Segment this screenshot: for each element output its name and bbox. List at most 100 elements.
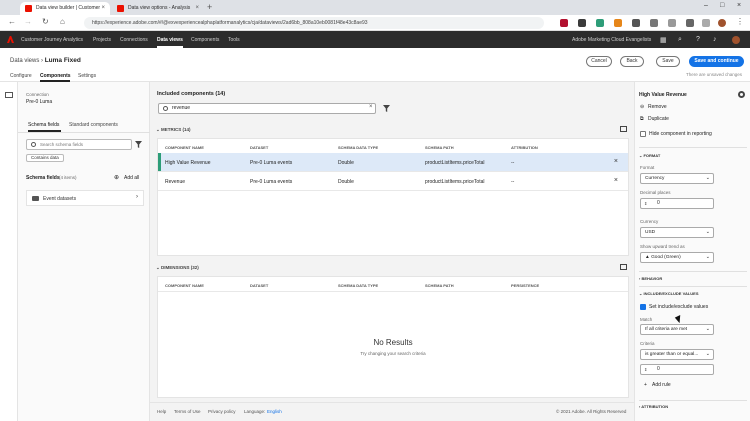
add-all-button[interactable]: Add all bbox=[124, 175, 139, 181]
extension-icon[interactable] bbox=[560, 19, 568, 27]
nav-connections[interactable]: Connections bbox=[120, 37, 148, 43]
components-search-input[interactable]: revenue bbox=[158, 103, 376, 114]
save-button[interactable]: Save bbox=[656, 56, 680, 67]
col-component-name[interactable]: COMPONENT NAME bbox=[165, 145, 204, 150]
table-row[interactable]: Revenue Pre-0 Luma events Double product… bbox=[158, 172, 628, 191]
panel-toggle-icon[interactable] bbox=[5, 92, 13, 98]
gear-icon[interactable] bbox=[738, 91, 745, 98]
col-attribution[interactable]: ATTRIBUTION bbox=[511, 145, 538, 150]
profile-avatar[interactable] bbox=[718, 19, 726, 27]
metrics-heading[interactable]: ⌄ METRICS (14) bbox=[156, 127, 191, 133]
maximize-icon[interactable]: □ bbox=[720, 2, 724, 9]
dimensions-heading[interactable]: ⌄ DIMENSIONS (32) bbox=[156, 265, 199, 271]
hide-component-checkbox[interactable] bbox=[640, 131, 646, 137]
stepper-arrows-icon[interactable]: ⇕ bbox=[644, 199, 647, 208]
extension-icon[interactable] bbox=[578, 19, 586, 27]
trend-select[interactable]: ▲ Good (Green) ⌄ bbox=[640, 252, 714, 263]
extension-icon[interactable] bbox=[686, 19, 694, 27]
criteria-select[interactable]: is greater than or equal... ⌄ bbox=[640, 349, 714, 360]
extension-icon[interactable] bbox=[614, 19, 622, 27]
currency-select[interactable]: USD ⌄ bbox=[640, 227, 714, 238]
col-schema-path[interactable]: SCHEMA PATH bbox=[425, 283, 454, 288]
clear-search-icon[interactable]: × bbox=[369, 104, 373, 110]
back-button[interactable]: Back bbox=[620, 56, 644, 67]
remove-row-icon[interactable]: × bbox=[614, 177, 618, 184]
add-icon[interactable]: ⊕ bbox=[114, 174, 119, 181]
more-menu-icon[interactable]: ⋮ bbox=[736, 17, 744, 26]
close-icon[interactable]: × bbox=[101, 2, 105, 15]
url-field[interactable]: https://experience.adobe.com/#/@exvexper… bbox=[84, 17, 544, 29]
col-schema-data-type[interactable]: SCHEMA DATA TYPE bbox=[338, 283, 378, 288]
tab-settings[interactable]: Settings bbox=[78, 73, 96, 79]
user-avatar[interactable] bbox=[732, 36, 740, 44]
add-rule-button[interactable]: Add rule bbox=[652, 382, 671, 388]
duplicate-icon[interactable]: ⧉ bbox=[640, 116, 644, 122]
help-icon[interactable]: ? bbox=[696, 36, 700, 43]
nav-components[interactable]: Components bbox=[191, 37, 219, 43]
filter-icon[interactable] bbox=[135, 141, 142, 148]
criteria-value-stepper[interactable]: ⇕ 0 bbox=[640, 364, 714, 375]
footer-language-link[interactable]: English bbox=[267, 409, 282, 414]
bell-icon[interactable]: ♪ bbox=[713, 36, 717, 43]
tab-standard-components[interactable]: Standard components bbox=[69, 122, 118, 128]
search-icon[interactable]: ⌕ bbox=[678, 36, 682, 44]
format-section-heading[interactable]: ⌄ FORMAT bbox=[639, 153, 660, 158]
filter-chip[interactable]: Contains data bbox=[26, 154, 64, 162]
decimal-places-stepper[interactable]: ⇕ 0 bbox=[640, 198, 714, 209]
adobe-logo-icon[interactable] bbox=[7, 36, 14, 43]
set-include-exclude-checkbox[interactable] bbox=[640, 304, 646, 310]
cancel-button[interactable]: Cancel bbox=[586, 56, 612, 67]
filter-icon[interactable] bbox=[383, 105, 390, 112]
extension-icon[interactable] bbox=[650, 19, 658, 27]
include-exclude-section-heading[interactable]: ⌄ INCLUDE/EXCLUDE VALUES bbox=[639, 291, 699, 296]
col-schema-data-type[interactable]: SCHEMA DATA TYPE bbox=[338, 145, 378, 150]
nav-projects[interactable]: Projects bbox=[93, 37, 111, 43]
apps-grid-icon[interactable]: ▦ bbox=[660, 36, 667, 44]
col-component-name[interactable]: COMPONENT NAME bbox=[165, 283, 204, 288]
remove-button[interactable]: Remove bbox=[648, 104, 667, 110]
save-and-continue-button[interactable]: Save and continue bbox=[689, 56, 744, 67]
footer-privacy-link[interactable]: Privacy policy bbox=[208, 409, 236, 414]
col-dataset[interactable]: DATASET bbox=[250, 283, 268, 288]
product-name[interactable]: Customer Journey Analytics bbox=[21, 37, 83, 43]
close-icon[interactable]: × bbox=[195, 2, 199, 15]
table-row[interactable]: High Value Revenue Pre-0 Luma events Dou… bbox=[158, 153, 628, 172]
browser-tab[interactable]: Data view options - Analysis × bbox=[112, 2, 204, 15]
format-select[interactable]: Currency ⌄ bbox=[640, 173, 714, 184]
add-icon[interactable]: + bbox=[644, 382, 647, 388]
col-dataset[interactable]: DATASET bbox=[250, 145, 268, 150]
new-tab-icon[interactable]: + bbox=[207, 2, 212, 12]
breadcrumb-data-views[interactable]: Data views bbox=[10, 58, 39, 64]
close-window-icon[interactable]: × bbox=[737, 2, 741, 9]
duplicate-button[interactable]: Duplicate bbox=[648, 116, 669, 122]
col-persistence[interactable]: PERSISTENCE bbox=[511, 283, 539, 288]
extension-icon[interactable] bbox=[632, 19, 640, 27]
attribution-section-heading[interactable]: › ATTRIBUTION bbox=[639, 404, 668, 409]
reload-icon[interactable]: ↻ bbox=[42, 17, 49, 26]
forward-arrow-icon[interactable]: → bbox=[24, 17, 32, 26]
home-icon[interactable]: ⌂ bbox=[60, 17, 65, 26]
extension-icon[interactable] bbox=[668, 19, 676, 27]
tab-components[interactable]: Components bbox=[40, 73, 71, 79]
browser-tab-active[interactable]: Data view builder | Customer × bbox=[20, 2, 110, 15]
extension-icon[interactable] bbox=[596, 19, 604, 27]
nav-data-views[interactable]: Data views bbox=[157, 37, 183, 43]
tab-schema-fields[interactable]: Schema fields bbox=[28, 122, 59, 128]
match-select[interactable]: If all criteria are met ⌄ bbox=[640, 324, 714, 335]
remove-icon[interactable]: ⊖ bbox=[640, 104, 644, 110]
column-settings-icon[interactable] bbox=[620, 264, 627, 270]
behavior-section-heading[interactable]: › BEHAVIOR bbox=[639, 276, 662, 281]
tab-configure[interactable]: Configure bbox=[10, 73, 32, 79]
extension-icon[interactable] bbox=[702, 19, 710, 27]
folder-event-datasets[interactable]: Event datasets › bbox=[26, 190, 144, 206]
col-schema-path[interactable]: SCHEMA PATH bbox=[425, 145, 454, 150]
minimize-icon[interactable]: – bbox=[704, 2, 708, 9]
remove-row-icon[interactable]: × bbox=[614, 158, 618, 165]
schema-search-input[interactable]: Search schema fields bbox=[26, 139, 132, 150]
footer-help-link[interactable]: Help bbox=[157, 409, 166, 414]
stepper-arrows-icon[interactable]: ⇕ bbox=[644, 365, 647, 374]
footer-terms-link[interactable]: Terms of Use bbox=[174, 409, 201, 414]
back-arrow-icon[interactable]: ← bbox=[8, 17, 16, 26]
nav-tools[interactable]: Tools bbox=[228, 37, 240, 43]
column-settings-icon[interactable] bbox=[620, 126, 627, 132]
